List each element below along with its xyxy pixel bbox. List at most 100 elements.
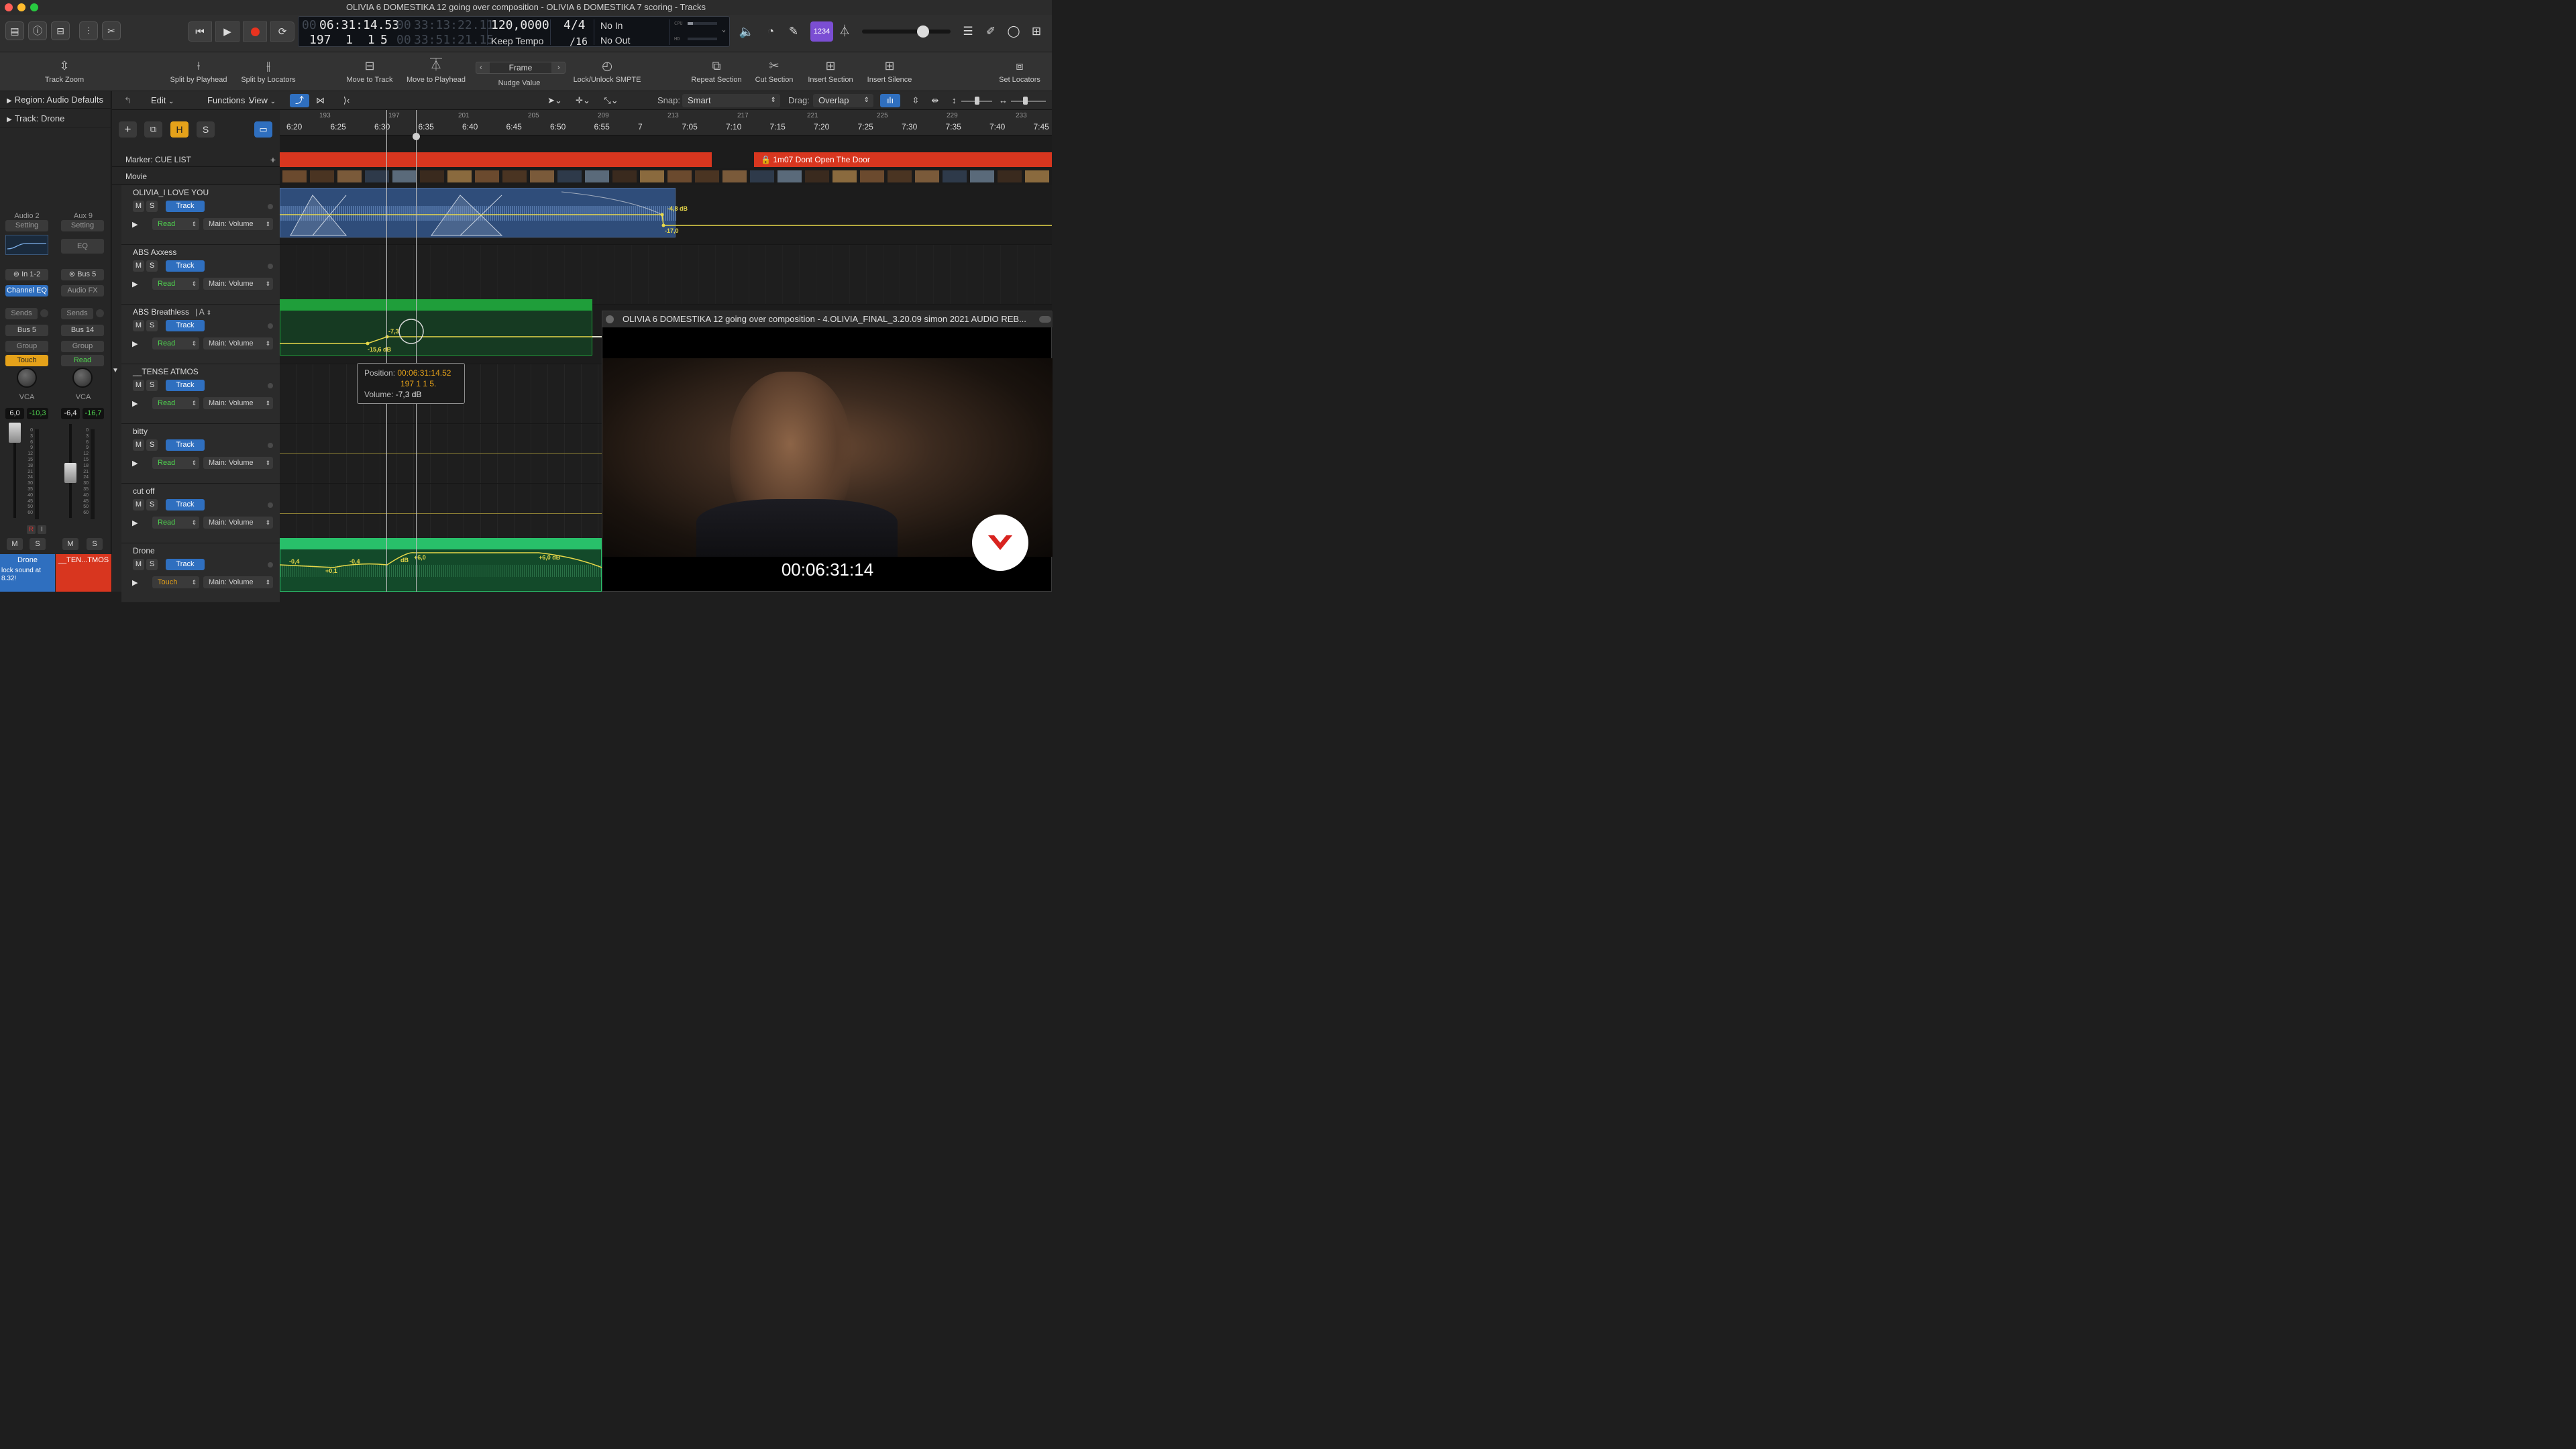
play-triangle-icon[interactable]: ▶ — [132, 459, 138, 468]
automation-mode-selector[interactable]: Read ⇕ — [152, 457, 199, 469]
close-window-button[interactable] — [5, 3, 13, 11]
automation-parameter-selector[interactable]: Main: Volume ⇕ — [203, 457, 273, 469]
list-editors-icon[interactable]: ☰ — [959, 21, 977, 42]
automation-view-button[interactable]: ⤴ — [290, 94, 309, 107]
minimize-window-button[interactable] — [17, 3, 25, 11]
automation-parameter-selector[interactable]: Main: Volume ⇕ — [203, 517, 273, 529]
inspector-icon[interactable]: ⓘ — [28, 21, 47, 40]
back-arrow-icon[interactable]: ↰ — [124, 95, 131, 106]
solo-button[interactable]: S — [146, 499, 158, 511]
functions-menu[interactable]: Functions ⌄ — [207, 95, 253, 105]
master-volume-slider[interactable] — [862, 25, 951, 38]
solo-button[interactable]: S — [146, 201, 158, 212]
automation-parameter-selector[interactable]: Main: Volume ⇕ — [203, 337, 273, 350]
mute-button[interactable]: M — [133, 320, 144, 331]
automation-mode-selector[interactable]: Touch ⇕ — [152, 576, 199, 588]
nudge-right-icon[interactable]: › — [557, 62, 560, 73]
lcd-out[interactable]: No Out — [600, 35, 630, 46]
toolbar-icon[interactable]: ⊟ — [51, 21, 70, 40]
record-enable-dot[interactable] — [268, 264, 273, 269]
send-knob[interactable] — [40, 309, 48, 317]
vertical-zoom-slider[interactable]: ↕ — [952, 94, 994, 107]
automation-mode-selector[interactable]: Read ⇕ — [152, 278, 199, 290]
horizontal-autozoom-button[interactable]: ⇹ — [926, 94, 944, 107]
volume-readout[interactable]: 6,0 — [5, 408, 24, 419]
play-triangle-icon[interactable]: ▶ — [132, 339, 138, 348]
vertical-autozoom-button[interactable]: ⇳ — [907, 94, 924, 107]
waveform-zoom-button[interactable]: ılı — [880, 94, 900, 107]
automation-parameter-selector[interactable]: Main: Volume ⇕ — [203, 397, 273, 409]
add-marker-icon[interactable]: + — [270, 152, 276, 167]
automation-parameter-selector[interactable]: Main: Volume ⇕ — [203, 576, 273, 588]
solo-button[interactable]: S — [146, 260, 158, 272]
track-automation-button[interactable]: Track — [166, 499, 205, 511]
edit-menu[interactable]: Edit ⌄ — [151, 95, 174, 105]
record-enable-dot[interactable] — [268, 323, 273, 329]
duplicate-track-button[interactable]: ⧉ — [144, 121, 162, 138]
track-lane[interactable]: -4,8 dB -17,0 — [280, 185, 1052, 245]
repeat-section-tool[interactable]: ⧉ Repeat Section — [688, 52, 745, 91]
mute-button[interactable]: M — [133, 559, 144, 570]
playhead[interactable] — [416, 110, 417, 592]
split-playhead-tool[interactable]: ⟊ Split by Playhead — [169, 52, 228, 91]
mute-button[interactable]: M — [133, 201, 144, 212]
take-selector[interactable]: | A ⇕ — [195, 307, 211, 317]
record-enable-dot[interactable] — [268, 562, 273, 568]
disclosure-triangle-icon[interactable]: ▼ — [112, 367, 119, 374]
region-inspector-header[interactable]: ▶ Region: Audio Defaults — [0, 91, 111, 109]
output-button[interactable]: Bus 14 — [61, 325, 104, 336]
nudge-left-icon[interactable]: ‹ — [480, 62, 482, 73]
lcd-signature[interactable]: 4/4 — [564, 18, 586, 32]
solo-button[interactable]: S — [146, 559, 158, 570]
ruler[interactable]: 193 197 201 205 209 213 217 221 225 229 233 6:20 6:2… — [280, 110, 1052, 136]
track-automation-button[interactable]: Track — [166, 559, 205, 570]
add-track-button[interactable]: + — [119, 121, 137, 138]
speaker-icon[interactable]: 🔈 — [737, 21, 757, 42]
input-monitor-button[interactable]: I — [38, 525, 46, 534]
sends-button[interactable]: Sends — [61, 308, 93, 319]
setting-button[interactable]: Setting — [5, 220, 48, 231]
lcd-chevron-icon[interactable]: ⌄ — [722, 26, 726, 34]
lcd-in[interactable]: No In — [600, 20, 623, 31]
automation-mode-selector[interactable]: Read ⇕ — [152, 337, 199, 350]
movie-window-title[interactable]: OLIVIA 6 DOMESTIKA 12 going over composi… — [602, 311, 1053, 327]
track-header[interactable]: OLIVIA_I LOVE YOU M S Track ▶ Read ⇕ Main: Volu… — [121, 185, 280, 245]
track-automation-button[interactable]: Track — [166, 201, 205, 212]
automation-curve[interactable] — [280, 185, 1052, 245]
snap-selector[interactable]: Smart ⇕ — [682, 94, 780, 107]
play-triangle-icon[interactable]: ▶ — [132, 399, 138, 408]
count-in-button[interactable]: 1234 — [810, 21, 833, 42]
track-name[interactable]: cut off — [133, 486, 154, 496]
track-lane[interactable] — [280, 245, 1052, 305]
track-name[interactable]: ABS Breathless — [133, 307, 189, 317]
track-header[interactable]: bitty M S Track ▶ Read ⇕ Main: Volume ⇕ — [121, 424, 280, 484]
track-name[interactable]: Drone — [133, 546, 155, 555]
lcd-tempo-mode[interactable]: Keep Tempo — [491, 36, 543, 46]
close-movie-button[interactable] — [606, 315, 614, 323]
record-enable-dot[interactable] — [268, 443, 273, 448]
audio-fx-slot[interactable]: Audio FX — [61, 285, 104, 297]
volume-readout[interactable]: -6,4 — [61, 408, 80, 419]
insert-silence-tool[interactable]: ⊞ Insert Silence — [864, 52, 915, 91]
metronome-icon[interactable]: ⏃ — [836, 21, 853, 42]
solo-button[interactable]: S — [87, 538, 103, 550]
lcd-display[interactable]: 00 06:31:14.53 00 33:13:22.11 197 1 1 5 … — [298, 16, 730, 48]
track-header[interactable]: ABS Breathless | A ⇕ M S Track ▶ Read ⇕ Main: Vo… — [121, 305, 280, 364]
pan-knob[interactable] — [17, 368, 37, 388]
note-pad-icon[interactable]: ✐ — [982, 21, 1000, 42]
track-header[interactable]: ▼ __TENSE ATMOS M S Track ▶ Read ⇕ Main: Volume ⇕ — [112, 364, 280, 424]
mute-button[interactable]: M — [133, 439, 144, 451]
track-name[interactable]: ABS Axxess — [133, 248, 176, 257]
strip-label[interactable]: __TEN...TMOS — [56, 556, 111, 564]
lcd-division[interactable]: /16 — [570, 36, 588, 48]
library-icon[interactable]: ▤ — [5, 21, 24, 40]
track-header[interactable]: Drone M S Track ▶ Touch ⇕ Main: Volume ⇕ — [121, 543, 280, 603]
horizontal-zoom-slider[interactable]: ↔ — [999, 94, 1047, 107]
marker-region[interactable] — [280, 152, 712, 167]
master-volume-knob[interactable] — [917, 25, 929, 38]
vca-label[interactable]: VCA — [56, 393, 111, 401]
tuner-icon[interactable]: ◔ — [761, 21, 781, 42]
record-enable-dot[interactable] — [268, 383, 273, 388]
loop-browser-icon[interactable]: ◯ — [1005, 21, 1022, 42]
automation-mode-selector[interactable]: Read ⇕ — [152, 517, 199, 529]
